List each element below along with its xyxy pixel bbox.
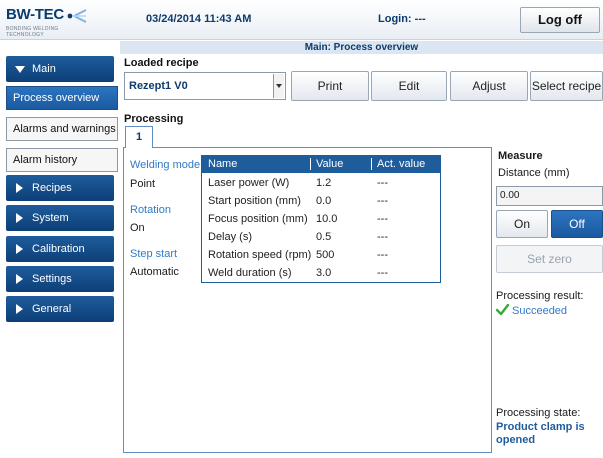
table-row: Rotation speed (rpm) 500 --- [202,247,440,265]
sidebar-item-process-overview[interactable]: Process overview [6,86,118,110]
param-act-value: --- [377,231,388,243]
nav-recipes-label: Recipes [32,182,72,194]
param-name: Weld duration (s) [208,267,292,279]
select-recipe-button[interactable]: Select recipe [530,71,603,101]
param-value: 500 [316,249,335,261]
loaded-recipe-label: Loaded recipe [124,57,199,69]
param-act-value: --- [377,249,388,261]
logo-mark-icon [67,9,87,23]
logo-text: BW-TEC [6,6,64,23]
parameters-table: Name Value Act. value Laser power (W) 1.… [201,155,441,283]
table-row: Start position (mm) 0.0 --- [202,193,440,211]
processing-label: Processing [124,113,184,125]
measure-title: Measure [498,150,543,162]
edit-button[interactable]: Edit [371,71,447,101]
processing-state-value: Product clamp is opened [496,421,585,446]
nav-system-button[interactable]: System [6,205,114,231]
param-name: Delay (s) [208,231,253,243]
chevron-right-icon [16,213,23,223]
param-value: 0.0 [316,195,332,207]
welding-mode-value: Point [130,178,156,190]
param-value: 1.2 [316,177,332,189]
distance-label: Distance (mm) [498,167,570,179]
distance-field: 0.00 [496,186,603,206]
recipe-dropdown[interactable]: Rezept1 V0 [124,72,286,100]
sidebar-item-alarms-and-warnings[interactable]: Alarms and warnings [6,117,118,141]
chevron-down-icon [276,84,282,88]
adjust-button[interactable]: Adjust [450,71,528,101]
param-value: 0.5 [316,231,332,243]
nav-calibration-label: Calibration [32,243,85,255]
table-row: Delay (s) 0.5 --- [202,229,440,247]
bw-tec-logo: BW-TEC BONDING WELDING TECHNOLOGY [6,6,96,38]
datetime-display: 03/24/2014 11:43 AM [146,13,252,25]
page-title: Main: Process overview [120,41,603,54]
chevron-right-icon [16,183,23,193]
checkmark-icon [496,304,509,316]
login-status: Login: --- [378,13,426,25]
nav-system-label: System [32,212,69,224]
nav-recipes-button[interactable]: Recipes [6,175,114,201]
processing-result-label: Processing result: [496,290,584,302]
nav-settings-button[interactable]: Settings [6,266,114,292]
param-name: Rotation speed (rpm) [208,249,312,261]
chevron-right-icon [16,274,23,284]
param-act-value: --- [377,213,388,225]
nav-main-button[interactable]: Main [6,56,114,82]
rotation-label: Rotation [130,204,171,216]
result-text: Succeeded [512,305,568,317]
print-button[interactable]: Print [291,71,369,101]
recipe-selected-value: Rezept1 V0 [129,80,188,92]
param-name: Laser power (W) [208,177,290,189]
nav-settings-label: Settings [32,273,72,285]
nav-calibration-button[interactable]: Calibration [6,236,114,262]
header-bar: BW-TEC BONDING WELDING TECHNOLOGY 03/24/… [0,0,603,40]
param-name: Focus position (mm) [208,213,308,225]
rotation-value: On [130,222,145,234]
welding-mode-label: Welding mode [130,159,201,171]
param-act-value: --- [377,177,388,189]
table-row: Laser power (W) 1.2 --- [202,175,440,193]
param-act-value: --- [377,267,388,279]
table-row: Focus position (mm) 10.0 --- [202,211,440,229]
step-start-value: Automatic [130,266,179,278]
column-header-name: Name [208,158,238,170]
column-header-act-value: Act. value [371,158,425,170]
set-zero-button[interactable]: Set zero [496,245,603,273]
nav-main-label: Main [32,63,56,75]
nav-general-label: General [32,303,72,315]
log-off-button[interactable]: Log off [520,7,600,33]
measure-on-button[interactable]: On [496,210,548,238]
param-act-value: --- [377,195,388,207]
chevron-down-icon [15,66,25,73]
sidebar: Main Process overview Alarms and warning… [0,54,120,458]
table-row: Weld duration (s) 3.0 --- [202,265,440,283]
param-value: 3.0 [316,267,332,279]
processing-state-label: Processing state: [496,407,581,419]
sidebar-item-alarm-history[interactable]: Alarm history [6,148,118,172]
chevron-right-icon [16,244,23,254]
param-name: Start position (mm) [208,195,301,207]
logo-tagline: BONDING WELDING TECHNOLOGY [6,26,59,38]
chevron-right-icon [16,304,23,314]
step-start-label: Step start [130,248,178,260]
column-header-value: Value [310,158,343,170]
dropdown-toggle[interactable] [273,74,284,98]
processing-result-value: Succeeded [496,304,567,317]
table-header: Name Value Act. value [202,156,440,173]
measure-off-button[interactable]: Off [551,210,603,238]
tab-1[interactable]: 1 [125,126,153,148]
nav-general-button[interactable]: General [6,296,114,322]
param-value: 10.0 [316,213,338,225]
